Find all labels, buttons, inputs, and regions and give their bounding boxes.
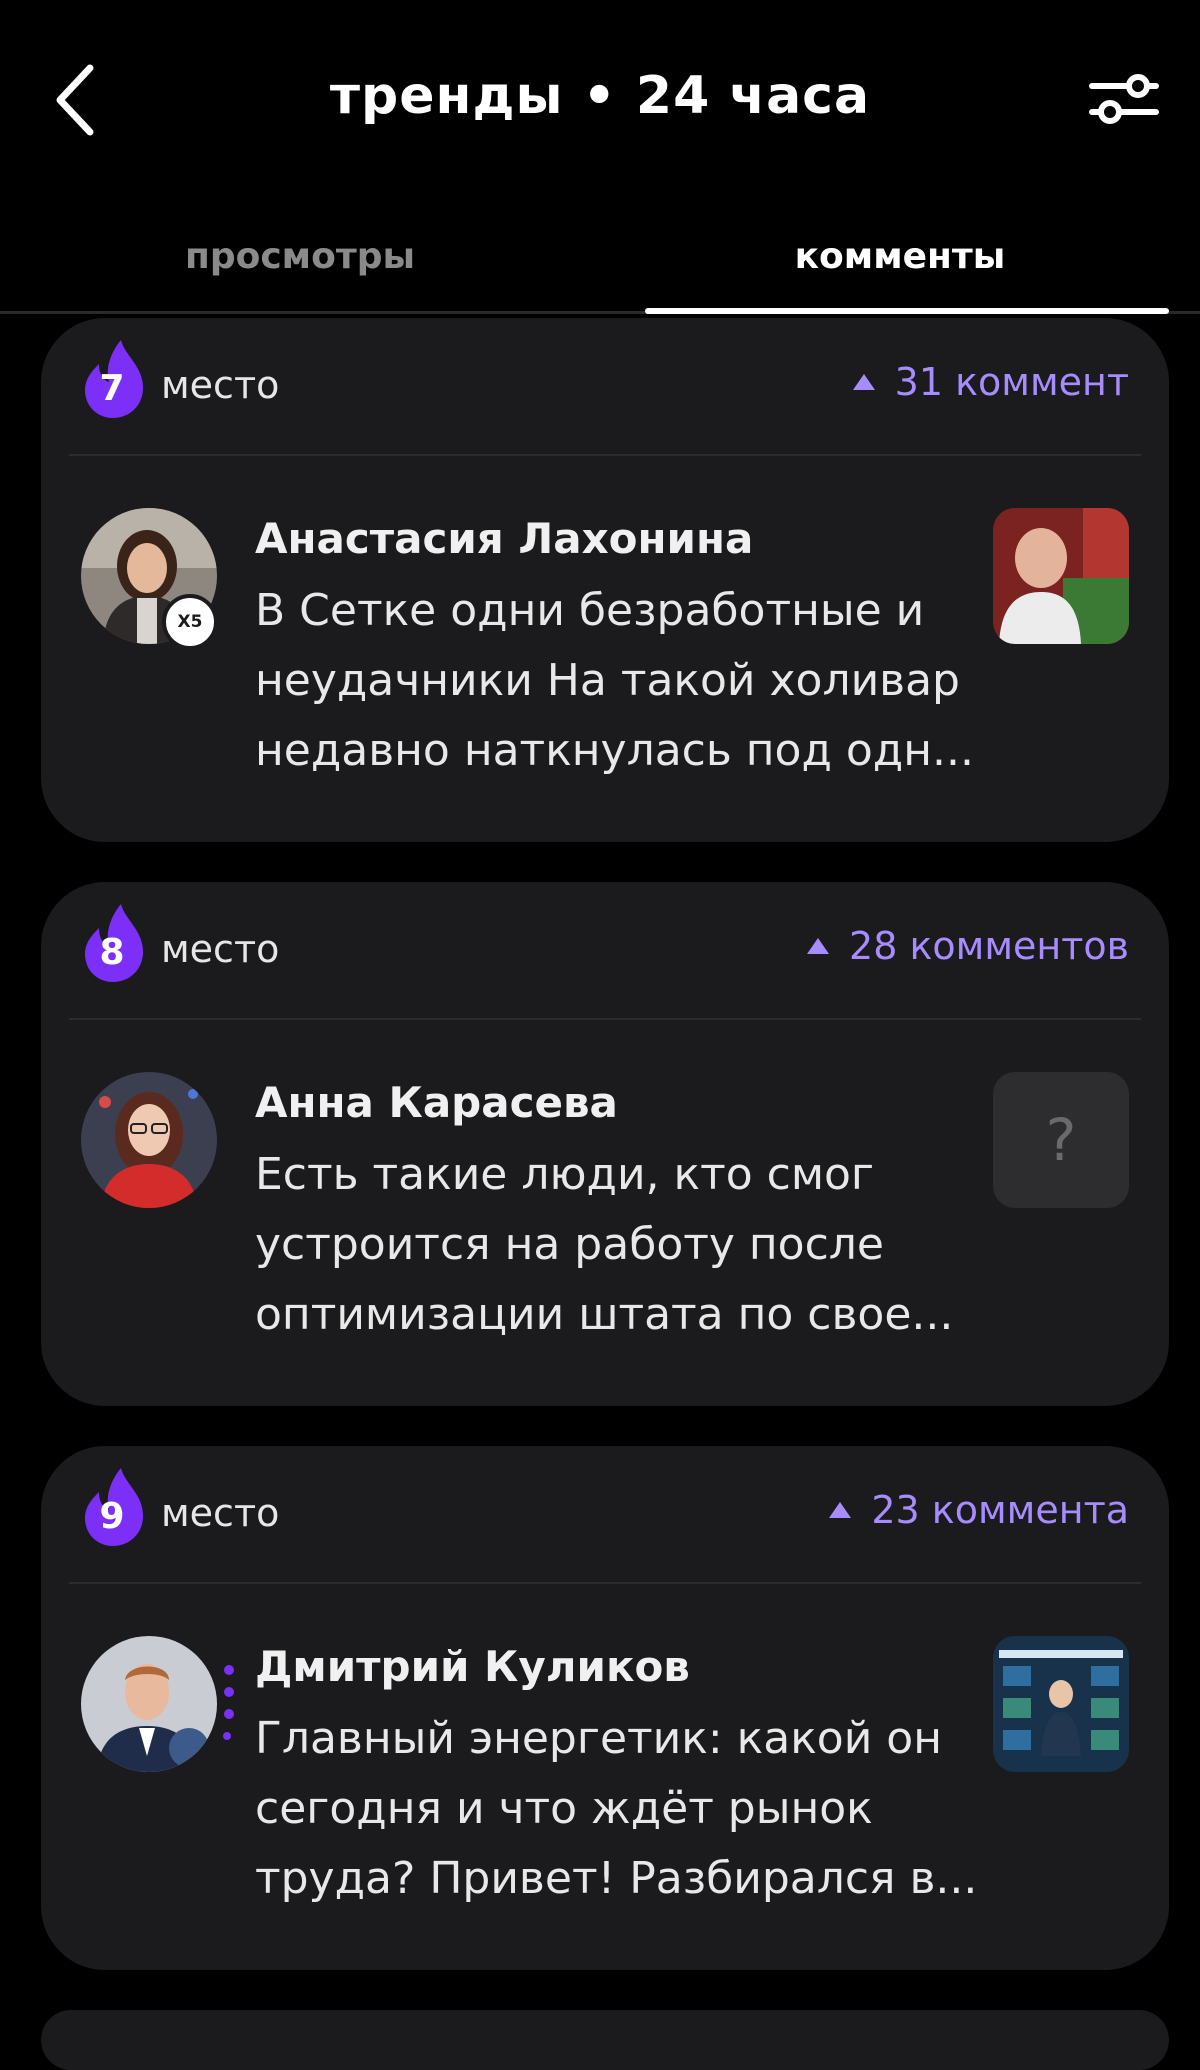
comments-count-text: 23 коммента bbox=[871, 1488, 1129, 1532]
avatar[interactable] bbox=[81, 1636, 217, 1772]
post-excerpt[interactable]: В Сетке одни безработные и неудачники На… bbox=[255, 576, 1015, 786]
rank-badge: 9 bbox=[81, 1466, 151, 1548]
tab-bar: просмотры комменты bbox=[0, 222, 1200, 314]
author-name[interactable]: Анна Карасева bbox=[255, 1078, 618, 1127]
triangle-up-icon bbox=[852, 374, 875, 390]
place-label: место bbox=[161, 363, 280, 407]
divider bbox=[69, 1582, 1141, 1584]
author-name[interactable]: Анастасия Лахонина bbox=[255, 514, 753, 563]
comments-count-text: 31 коммент bbox=[894, 360, 1129, 404]
company-badge: X5 bbox=[162, 594, 218, 650]
author-name[interactable]: Дмитрий Куликов bbox=[255, 1642, 690, 1691]
comments-count: 28 комментов bbox=[807, 924, 1129, 968]
post-thumbnail[interactable] bbox=[993, 508, 1129, 644]
divider bbox=[69, 1018, 1141, 1020]
trend-card[interactable]: 8 место 28 комментов Анна Карасева Есть … bbox=[41, 882, 1169, 1406]
tab-views[interactable]: просмотры bbox=[0, 236, 600, 277]
comments-count-text: 28 комментов bbox=[849, 924, 1129, 968]
filter-button[interactable] bbox=[1086, 66, 1162, 132]
avatar[interactable] bbox=[81, 1072, 217, 1208]
tab-comments[interactable]: комменты bbox=[600, 236, 1200, 277]
place-label: место bbox=[161, 1491, 280, 1535]
triangle-up-icon bbox=[807, 938, 830, 954]
rank-number: 9 bbox=[99, 1496, 125, 1537]
active-tab-indicator bbox=[645, 308, 1169, 314]
rank-badge: 8 bbox=[81, 902, 151, 984]
comments-count: 31 коммент bbox=[852, 360, 1129, 404]
trend-card-partial[interactable] bbox=[41, 2010, 1169, 2070]
card-header: 9 место 23 коммента bbox=[41, 1446, 1169, 1581]
rank-number: 8 bbox=[99, 932, 125, 973]
rank-badge: 7 bbox=[81, 338, 151, 420]
card-header: 8 место 28 комментов bbox=[41, 882, 1169, 1017]
divider bbox=[69, 454, 1141, 456]
triangle-up-icon bbox=[829, 1502, 852, 1518]
card-header: 7 место 31 коммент bbox=[41, 318, 1169, 453]
post-thumbnail-placeholder[interactable]: ? bbox=[993, 1072, 1129, 1208]
story-ring-indicator bbox=[223, 1665, 234, 1740]
trend-card[interactable]: 7 место 31 коммент X5 Анастасия Лахонина… bbox=[41, 318, 1169, 842]
comments-count: 23 коммента bbox=[829, 1488, 1129, 1532]
post-thumbnail[interactable] bbox=[993, 1636, 1129, 1772]
place-label: место bbox=[161, 927, 280, 971]
page-title: тренды • 24 часа bbox=[329, 66, 871, 126]
post-excerpt[interactable]: Главный энергетик: какой он сегодня и чт… bbox=[255, 1704, 1015, 1914]
sliders-icon bbox=[1089, 74, 1159, 124]
top-bar: тренды • 24 часа bbox=[0, 0, 1200, 200]
post-excerpt[interactable]: Есть такие люди, кто смог устроится на р… bbox=[255, 1140, 1015, 1350]
trend-card[interactable]: 9 место 23 коммента Дмитрий Куликов Глав… bbox=[41, 1446, 1169, 1970]
rank-number: 7 bbox=[99, 368, 125, 409]
